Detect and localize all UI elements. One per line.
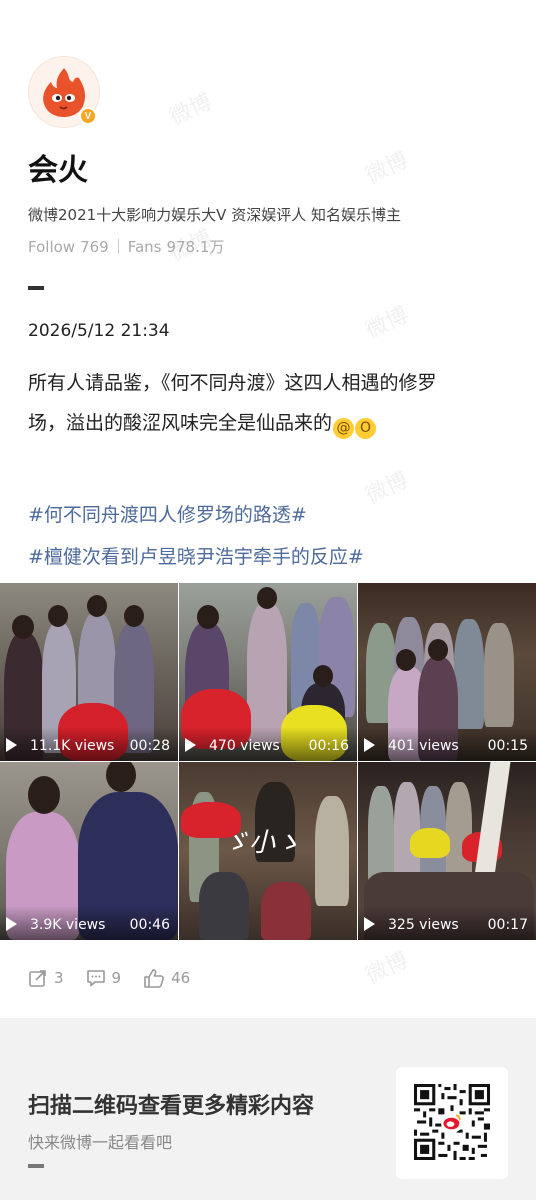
follow-stats: Follow 769 Fans 978.1万 (28, 236, 224, 257)
share-count: 3 (54, 969, 64, 987)
video-thumbnail[interactable]: 470 views 00:16 (179, 583, 357, 761)
profile-name[interactable]: 会火 (28, 145, 88, 189)
video-duration: 00:17 (487, 917, 528, 933)
watermark: 微博 (165, 89, 217, 131)
video-thumbnail[interactable]: 325 views 00:17 (358, 762, 536, 940)
watermark: 微博 (361, 147, 413, 189)
qr-code-icon (414, 1084, 490, 1160)
like-count: 46 (171, 969, 191, 987)
play-icon (185, 738, 196, 752)
play-icon (6, 738, 17, 752)
follow-label[interactable]: Follow (28, 238, 75, 256)
video-views: 401 views (388, 738, 459, 754)
video-duration: 00:16 (308, 738, 349, 754)
video-views: 3.9K views (30, 917, 106, 933)
profile-bio: 微博2021十大影响力娱乐大V 资深娱评人 知名娱乐博主 (28, 206, 401, 224)
comment-count: 9 (111, 969, 122, 987)
post-date: 2026/5/12 21:34 (28, 321, 170, 341)
footer-subtitle: 快来微博一起看看吧 (28, 1133, 173, 1152)
video-grid: 11.1K views 00:28 470 views 00:16 401 vi… (0, 583, 536, 940)
avatar[interactable]: V (28, 56, 100, 128)
post-text: 所有人请品鉴，《何不同舟渡》这四人相遇的修罗 场，溢出的酸涩风味完全是仙品来的 @… (28, 363, 516, 443)
section-divider (28, 286, 44, 290)
dizzy-face-emoji: @ (333, 418, 355, 439)
like-button[interactable]: 46 (143, 968, 190, 988)
verified-badge: V (79, 107, 97, 125)
video-thumbnail[interactable]: 3.9K views 00:46 (0, 762, 178, 940)
fans-label[interactable]: Fans (128, 238, 162, 256)
video-thumbnail[interactable]: 11.1K views 00:28 (0, 583, 178, 761)
profile-header: V (28, 56, 100, 128)
video-thumbnail[interactable]: ゞ小ゝ (179, 762, 357, 940)
video-duration: 00:28 (129, 738, 170, 754)
share-button[interactable]: 3 (28, 968, 64, 988)
post-actions: 3 9 46 (28, 968, 212, 988)
hashtag-link[interactable]: #檀健次看到卢昱晓尹浩宇牵手的反应# (28, 542, 364, 569)
share-icon (29, 970, 46, 987)
video-views: 470 views (209, 738, 280, 754)
video-views: 11.1K views (30, 738, 115, 754)
play-icon (364, 917, 375, 931)
comment-button[interactable]: 9 (86, 968, 122, 988)
video-thumbnail[interactable]: 401 views 00:15 (358, 583, 536, 761)
watermark: 微博 (361, 947, 413, 989)
qr-code[interactable] (396, 1067, 508, 1179)
footer-title: 扫描二维码查看更多精彩内容 (28, 1094, 315, 1119)
video-duration: 00:15 (487, 738, 528, 754)
play-icon (364, 738, 375, 752)
play-icon (6, 917, 17, 931)
post-text-line: 所有人请品鉴，《何不同舟渡》这四人相遇的修罗 (28, 372, 437, 394)
post-text-line: 场，溢出的酸涩风味完全是仙品来的 @ O (28, 403, 516, 443)
comment-icon (86, 970, 105, 987)
video-title-logo: ゞ小ゝ (223, 828, 302, 858)
hashtag-link[interactable]: #何不同舟渡四人修罗场的路透# (28, 500, 307, 527)
video-views: 325 views (388, 917, 459, 933)
qr-footer: 扫描二维码查看更多精彩内容 快来微博一起看看吧 (0, 1018, 536, 1200)
watermark: 微博 (361, 467, 413, 509)
follow-count[interactable]: 769 (80, 238, 109, 256)
video-duration: 00:46 (129, 917, 170, 933)
watermark: 微博 (361, 302, 413, 344)
shocked-face-emoji: O (355, 418, 377, 439)
divider (117, 239, 119, 254)
fans-count[interactable]: 978.1万 (166, 236, 224, 257)
thumbs-up-icon (144, 969, 165, 988)
footer-divider (28, 1164, 44, 1168)
post-text-segment: 场，溢出的酸涩风味完全是仙品来的 (28, 412, 333, 434)
